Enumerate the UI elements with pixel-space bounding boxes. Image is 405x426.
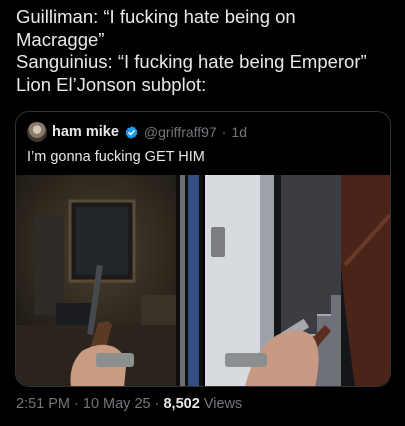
post-text-line: Sanguinius: “I fucking hate being Empero…	[16, 51, 367, 72]
media-grid	[16, 175, 390, 386]
separator-dot: ·	[221, 124, 227, 140]
post-timestamp[interactable]: 2:51 PM · 10 May 25 ·	[16, 396, 159, 412]
post-text: Guilliman: “I fucking hate being on Macr…	[16, 6, 396, 96]
views-count: 8,502	[163, 396, 200, 412]
quoted-post-text: I’m gonna fucking GET HIM	[27, 149, 205, 165]
post: Guilliman: “I fucking hate being on Macr…	[0, 0, 405, 426]
photo-room-rifle[interactable]	[16, 175, 203, 386]
post-text-line: Guilliman: “I fucking hate being on	[16, 6, 296, 27]
quoted-display-name[interactable]: ham mike	[52, 124, 119, 140]
quoted-post-card[interactable]: ham mike @griffraff97 · 1d I’m gonna fuc…	[15, 111, 391, 387]
post-text-line: Lion El’Jonson subplot:	[16, 73, 207, 95]
post-meta: 2:51 PM · 10 May 25 · 8,502 Views	[16, 396, 242, 412]
views-label: Views	[203, 396, 243, 412]
avatar[interactable]	[27, 122, 47, 142]
post-text-line: Macragge”	[16, 28, 105, 50]
quoted-post-time[interactable]: 1d	[231, 124, 247, 140]
quoted-handle[interactable]: @griffraff97	[144, 124, 217, 140]
verified-badge-icon	[125, 125, 138, 139]
quoted-post-header: ham mike @griffraff97 · 1d	[27, 122, 247, 142]
photo-stairs-rifle[interactable]	[205, 175, 390, 386]
